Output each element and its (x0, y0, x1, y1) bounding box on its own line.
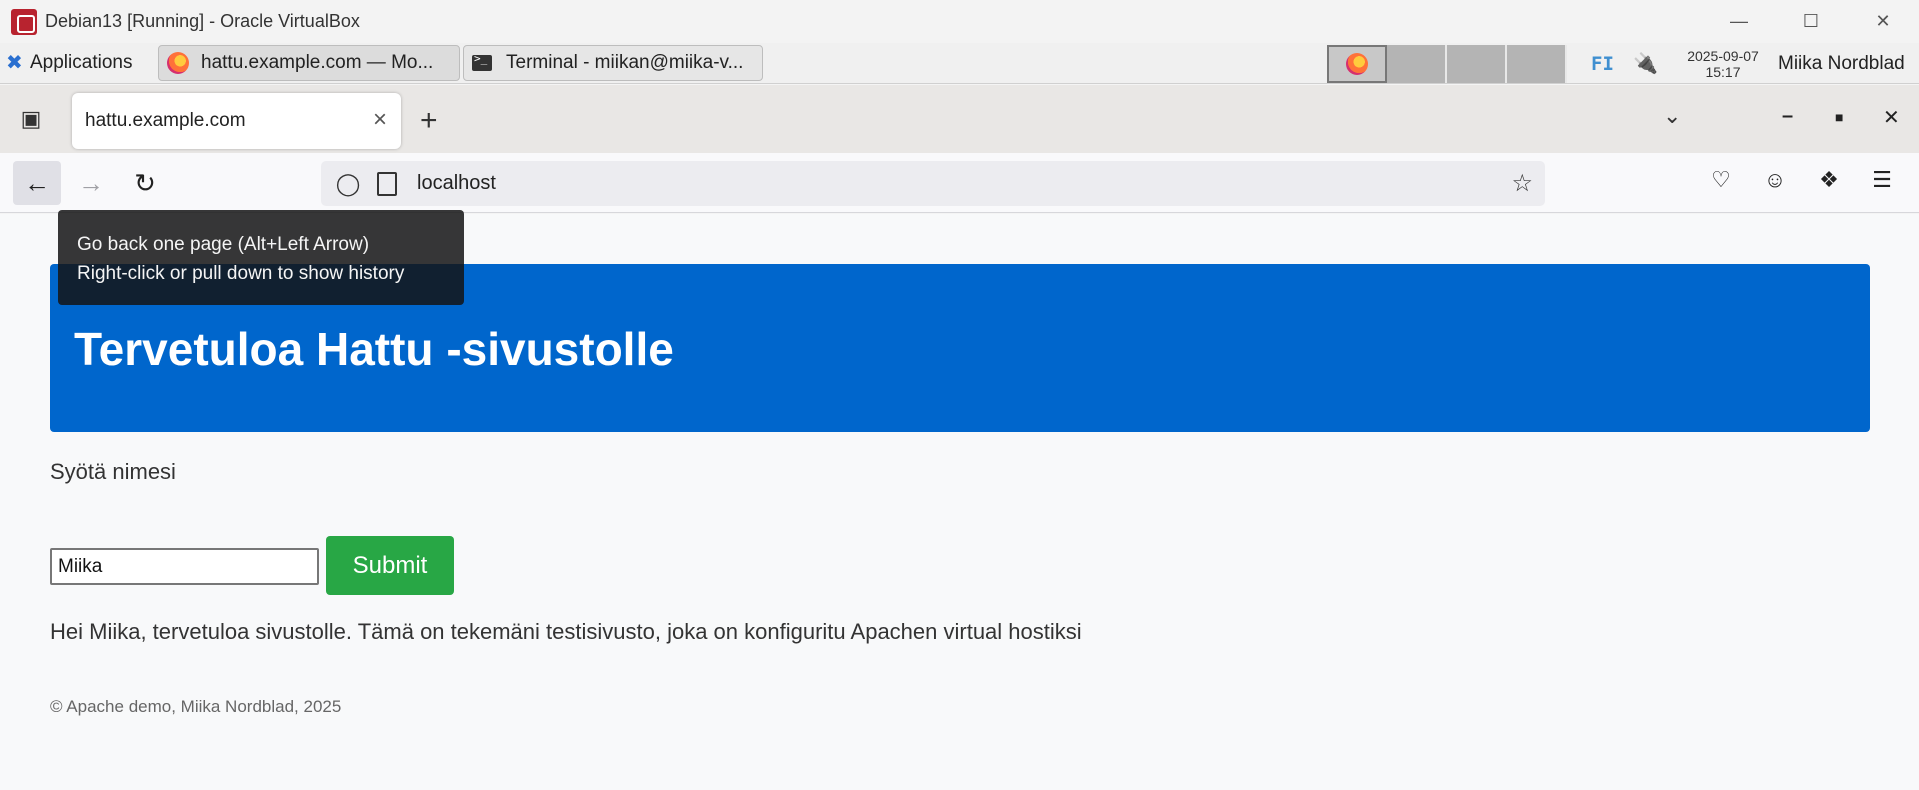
navigation-bar: ← → ↻ ◯ localhost ☆ ♡ ☺ ❖ ☰ (0, 153, 1919, 213)
firefox-maximize-icon[interactable]: ■ (1835, 109, 1843, 125)
forward-button[interactable]: → (67, 161, 115, 205)
workspace-1[interactable] (1327, 45, 1387, 83)
clock-date: 2025-09-07 (1687, 48, 1759, 64)
tooltip-line-1: Go back one page (Alt+Left Arrow) (77, 234, 370, 255)
menu-icon[interactable]: ☰ (1866, 167, 1898, 193)
back-button-tooltip: Go back one page (Alt+Left Arrow) Right-… (58, 210, 464, 305)
firefox-view-icon[interactable]: ▣ (14, 102, 48, 136)
name-input[interactable]: Miika (50, 548, 319, 585)
reload-button[interactable]: ↻ (121, 161, 169, 205)
window-title: Debian13 [Running] - Oracle VirtualBox (45, 11, 360, 31)
workspace-3[interactable] (1447, 45, 1507, 83)
network-icon[interactable]: 🔌 (1633, 51, 1658, 76)
tab-title: hattu.example.com (85, 110, 246, 131)
window-controls: — ☐ ✕ (1703, 0, 1919, 43)
taskbar-item-label: Terminal - miikan@miika-v... (506, 52, 744, 73)
new-tab-button[interactable]: + (420, 104, 438, 138)
virtualbox-icon (11, 8, 37, 35)
page-footer: © Apache demo, Miika Nordblad, 2025 (50, 697, 342, 716)
xfce-panel: ✖ Applications hattu.example.com — Mo...… (0, 43, 1919, 84)
submit-button[interactable]: Submit (326, 536, 454, 595)
url-text[interactable]: localhost (417, 172, 496, 195)
firefox-close-icon[interactable]: ✕ (1883, 105, 1900, 130)
vbox-titlebar: Debian13 [Running] - Oracle VirtualBox —… (0, 0, 1919, 43)
url-bar[interactable]: ◯ localhost ☆ (321, 161, 1545, 206)
applications-menu[interactable]: ✖ Applications (0, 43, 158, 84)
firefox-icon (167, 52, 189, 74)
extensions-icon[interactable]: ❖ (1813, 167, 1845, 193)
shield-icon[interactable]: ◯ (335, 171, 361, 197)
greeting-text: Hei Miika, tervetuloa sivustolle. Tämä o… (50, 619, 1082, 644)
workspace-2[interactable] (1387, 45, 1447, 83)
keyboard-layout-indicator[interactable]: FI (1591, 53, 1614, 75)
tooltip-line-2: Right-click or pull down to show history (77, 263, 405, 284)
bookmark-star-icon[interactable]: ☆ (1511, 169, 1533, 198)
firefox-icon (1346, 53, 1368, 75)
workspace-switcher (1327, 45, 1567, 83)
pocket-icon[interactable]: ♡ (1705, 167, 1737, 193)
taskbar-item-firefox[interactable]: hattu.example.com — Mo... (158, 45, 460, 81)
maximize-button[interactable]: ☐ (1775, 0, 1847, 43)
taskbar-item-label: hattu.example.com — Mo... (201, 52, 434, 73)
close-button[interactable]: ✕ (1847, 0, 1919, 43)
workspace-4[interactable] (1507, 45, 1567, 83)
tab-close-icon[interactable]: × (373, 106, 387, 134)
clock[interactable]: 2025-09-07 15:17 (1680, 48, 1766, 80)
xfce-icon: ✖ (6, 52, 23, 74)
tab-hattu[interactable]: hattu.example.com × (72, 93, 401, 149)
account-icon[interactable]: ☺ (1759, 167, 1791, 193)
back-button[interactable]: ← (13, 161, 61, 205)
clock-time: 15:17 (1705, 64, 1741, 80)
page-icon (377, 171, 397, 196)
list-all-tabs-icon[interactable]: ⌄ (1663, 103, 1681, 129)
firefox-tabbar: ▣ hattu.example.com × + ⌄ – ■ ✕ (0, 85, 1919, 153)
firefox-minimize-icon[interactable]: – (1782, 105, 1793, 128)
name-prompt: Syötä nimesi (50, 459, 176, 484)
taskbar-item-terminal[interactable]: Terminal - miikan@miika-v... (463, 45, 763, 81)
minimize-button[interactable]: — (1703, 0, 1775, 43)
page-title: Tervetuloa Hattu -sivustolle (74, 323, 674, 375)
applications-label: Applications (30, 52, 133, 73)
user-menu[interactable]: Miika Nordblad (1778, 53, 1905, 75)
terminal-icon (472, 52, 492, 71)
